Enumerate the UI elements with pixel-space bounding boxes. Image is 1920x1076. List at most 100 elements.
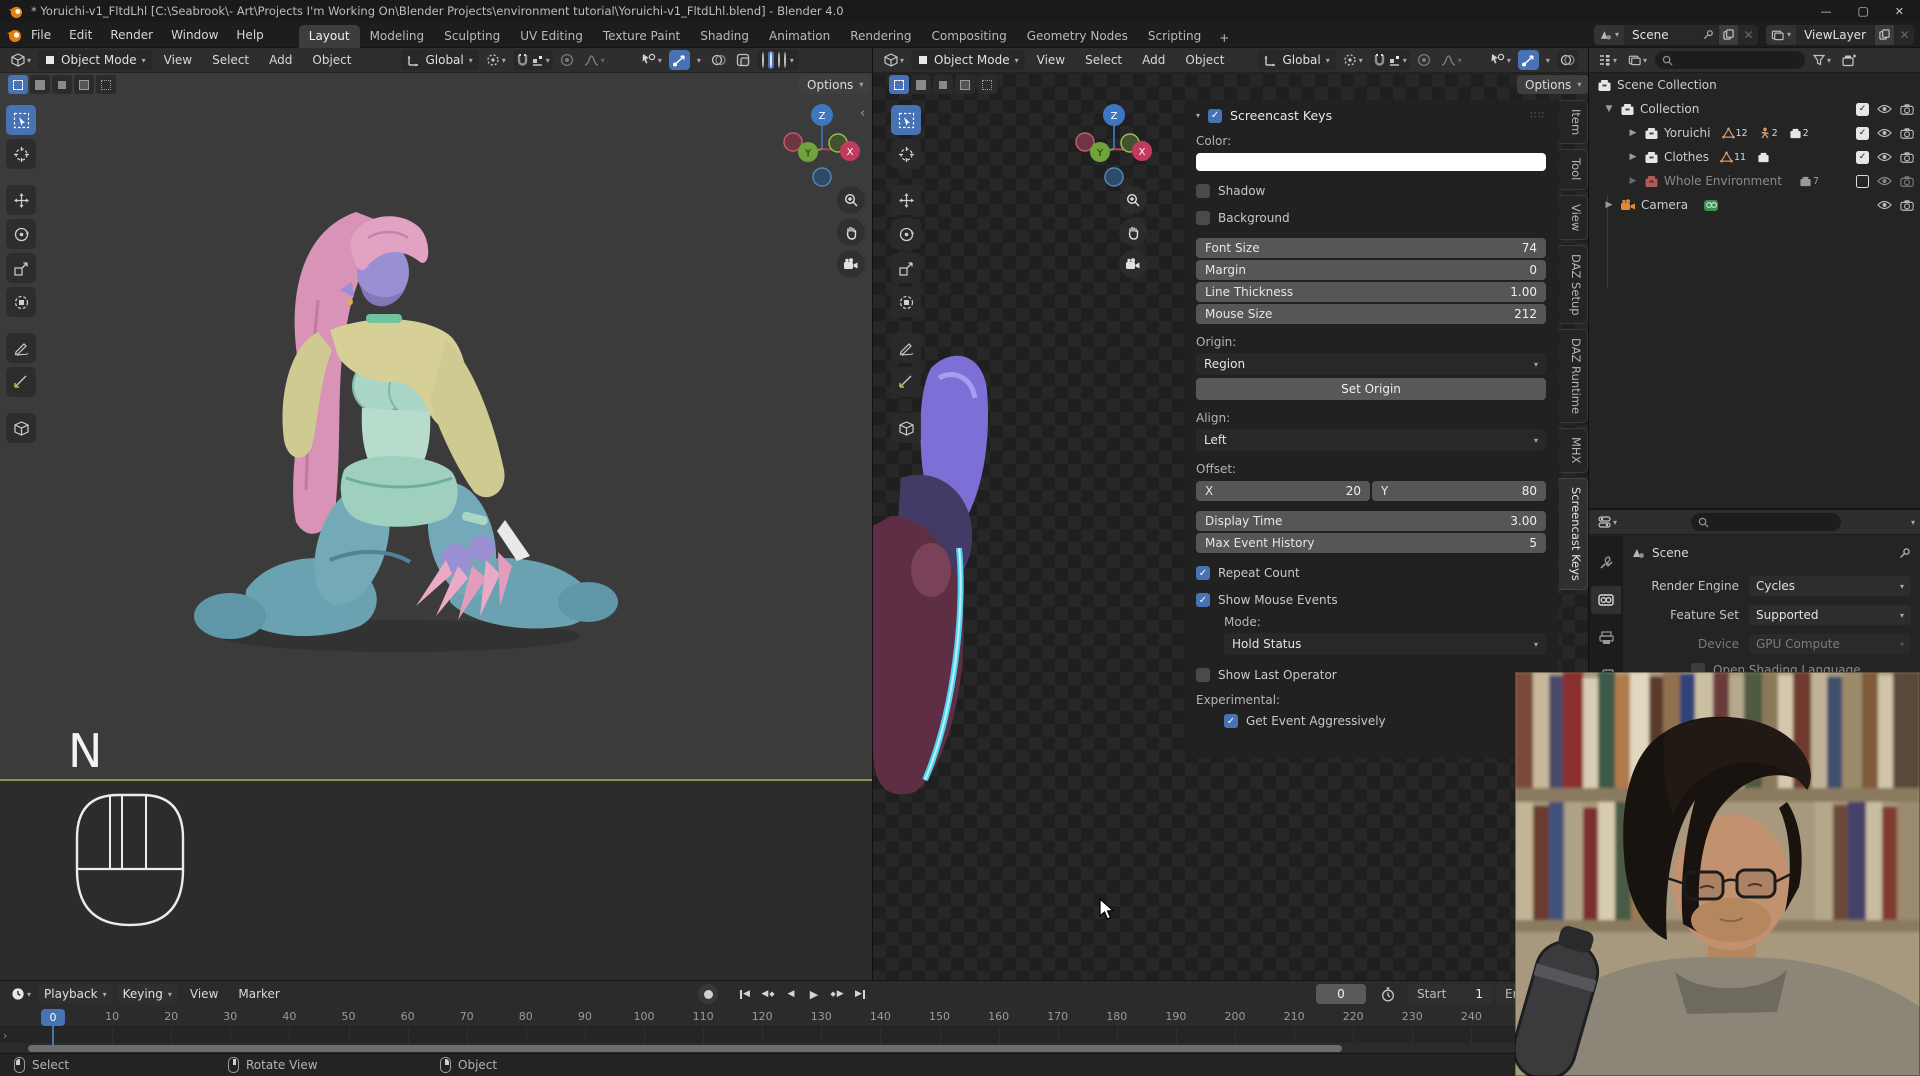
minimize-icon[interactable]: — <box>1820 5 1831 18</box>
add-cube-tool[interactable] <box>891 413 921 443</box>
keying-menu[interactable]: Keying▾ <box>117 984 178 1004</box>
select-extend-icon[interactable] <box>911 75 931 94</box>
show-last-operator-checkbox[interactable] <box>1196 668 1210 682</box>
shading-material-button[interactable] <box>778 53 780 67</box>
annotate-tool[interactable] <box>6 333 36 363</box>
play-button[interactable]: ▶ <box>804 984 824 1004</box>
camera-view-button[interactable] <box>837 250 865 278</box>
shading-wireframe-button[interactable] <box>762 53 764 67</box>
next-keyframe-button[interactable]: ◆▶ <box>827 984 847 1004</box>
object-menu[interactable]: Object <box>1177 51 1232 69</box>
hide-eye-icon[interactable] <box>1877 176 1892 186</box>
select-set-icon[interactable] <box>889 75 909 94</box>
pin-icon[interactable] <box>1899 547 1911 559</box>
jump-to-start-button[interactable]: ◀ <box>735 984 755 1004</box>
timeline-view-menu[interactable]: View <box>182 985 226 1003</box>
frame-start-field[interactable]: Start1 <box>1408 984 1492 1004</box>
pivot-point-dropdown[interactable]: ▾ <box>483 50 509 70</box>
select-box-tool[interactable] <box>891 105 921 135</box>
sidebar-tab-screencast-keys[interactable]: Screencast Keys <box>1559 478 1588 590</box>
shading-rendered-button[interactable] <box>784 53 786 67</box>
delete-scene-icon[interactable]: ✕ <box>1738 25 1758 45</box>
sidebar-tab-daz-runtime[interactable]: DAZ Runtime <box>1559 329 1588 423</box>
viewport-options-button[interactable]: Options▾ <box>1517 75 1588 94</box>
menu-file[interactable]: File <box>22 25 60 45</box>
show-gizmo-dropdown[interactable]: ▾ <box>1487 50 1514 70</box>
add-menu[interactable]: Add <box>261 51 300 69</box>
pan-view-button[interactable] <box>1119 218 1147 246</box>
select-menu[interactable]: Select <box>1077 51 1130 69</box>
auto-keying-record-button[interactable] <box>698 984 718 1004</box>
panel-collapse-icon[interactable]: ▾ <box>1196 111 1200 120</box>
sidebar-tab-mhx[interactable]: MHX <box>1559 428 1588 472</box>
background-checkbox[interactable] <box>1196 211 1210 225</box>
select-invert-icon[interactable] <box>74 75 94 94</box>
editor-type-button[interactable]: ▾ <box>8 50 34 70</box>
feature-set-dropdown[interactable]: Supported▾ <box>1749 605 1911 625</box>
close-icon[interactable]: ✕ <box>1895 5 1904 18</box>
transform-orientation-dropdown[interactable]: Global▾ <box>401 50 478 70</box>
workspace-tab-animation[interactable]: Animation <box>759 25 840 48</box>
cursor-tool[interactable] <box>891 139 921 169</box>
overlays-dropdown[interactable]: ▾ <box>1543 50 1553 70</box>
object-menu[interactable]: Object <box>304 51 359 69</box>
tab-output-icon[interactable] <box>1591 624 1621 652</box>
zoom-view-button[interactable] <box>837 186 865 214</box>
timeline-scrollbar[interactable] <box>28 1045 1342 1052</box>
workspace-tab-texture-paint[interactable]: Texture Paint <box>593 25 690 48</box>
workspace-tab-sculpting[interactable]: Sculpting <box>434 25 510 48</box>
proportional-falloff-dropdown[interactable]: ▾ <box>581 50 608 70</box>
pan-view-button[interactable] <box>837 218 865 246</box>
workspace-tab-layout[interactable]: Layout <box>299 25 360 48</box>
collection-checkbox[interactable]: ✓ <box>1856 151 1869 164</box>
properties-options-dropdown[interactable]: ▾ <box>1911 518 1915 527</box>
color-swatch[interactable] <box>1196 153 1546 171</box>
outliner-row-camera[interactable]: ▶ Camera <box>1589 193 1920 217</box>
overlays-dropdown[interactable]: ▾ <box>694 50 704 70</box>
disable-render-camera-icon[interactable] <box>1900 175 1914 187</box>
workspace-tab-uv-editing[interactable]: UV Editing <box>510 25 593 48</box>
collapse-icon[interactable]: ▶ <box>1627 176 1639 186</box>
select-menu[interactable]: Select <box>204 51 257 69</box>
scale-tool[interactable] <box>891 253 921 283</box>
transform-orientation-dropdown[interactable]: Global▾ <box>1258 50 1335 70</box>
panel-drag-handle[interactable]: ∷∷ <box>1531 111 1546 121</box>
disable-render-camera-icon[interactable] <box>1900 103 1914 115</box>
offset-y-field[interactable]: Y80 <box>1372 481 1546 501</box>
tab-tool-icon[interactable] <box>1591 548 1621 576</box>
collapse-icon[interactable]: ▶ <box>1627 128 1639 138</box>
screencast-enable-checkbox[interactable]: ✓ <box>1208 109 1222 123</box>
show-gizmo-dropdown[interactable]: ▾ <box>638 50 665 70</box>
select-invert-icon[interactable] <box>955 75 975 94</box>
outliner-editor-type-button[interactable]: ▾ <box>1595 50 1620 70</box>
outliner-row-yoruichi[interactable]: ▶ Yoruichi 12 2 2 ✓ <box>1589 121 1920 145</box>
breadcrumb-scene[interactable]: Scene <box>1652 546 1689 560</box>
new-scene-button[interactable] <box>1718 25 1738 45</box>
mode-dropdown[interactable]: Hold Status▾ <box>1224 633 1546 655</box>
sidebar-tab-view[interactable]: View <box>1559 195 1588 240</box>
snap-controls[interactable]: ▾ <box>513 50 553 70</box>
disable-render-camera-icon[interactable] <box>1900 151 1914 163</box>
viewlayer-name[interactable]: ViewLayer <box>1796 28 1874 42</box>
proportional-falloff-dropdown[interactable]: ▾ <box>1438 50 1465 70</box>
margin-slider[interactable]: Margin0 <box>1196 260 1546 280</box>
editor-type-button[interactable]: ▾ <box>881 50 907 70</box>
mode-dropdown[interactable]: Object Mode▾ <box>38 50 152 70</box>
jump-to-end-button[interactable]: ▶ <box>850 984 870 1004</box>
navigation-gizmo[interactable]: Z Y X <box>770 103 872 195</box>
collection-checkbox[interactable] <box>1856 175 1869 188</box>
measure-tool[interactable] <box>891 367 921 397</box>
menu-render[interactable]: Render <box>101 25 162 45</box>
proportional-editing-toggle[interactable] <box>1414 50 1434 70</box>
shading-options-dropdown[interactable]: ▾ <box>790 56 794 65</box>
cursor-tool[interactable] <box>6 139 36 169</box>
properties-search-input[interactable] <box>1691 513 1841 531</box>
transform-tool[interactable] <box>6 287 36 317</box>
show-mouse-events-checkbox[interactable]: ✓ <box>1196 593 1210 607</box>
outliner-row-collection[interactable]: ▼ Collection ✓ <box>1589 97 1920 121</box>
viewlayer-browse-button[interactable]: ▾ <box>1766 25 1796 45</box>
outliner-row-scene-collection[interactable]: Scene Collection <box>1589 73 1920 97</box>
disable-render-camera-icon[interactable] <box>1900 127 1914 139</box>
outliner-display-mode-button[interactable]: ▾ <box>1625 50 1650 70</box>
workspace-tab-shading[interactable]: Shading <box>690 25 759 48</box>
